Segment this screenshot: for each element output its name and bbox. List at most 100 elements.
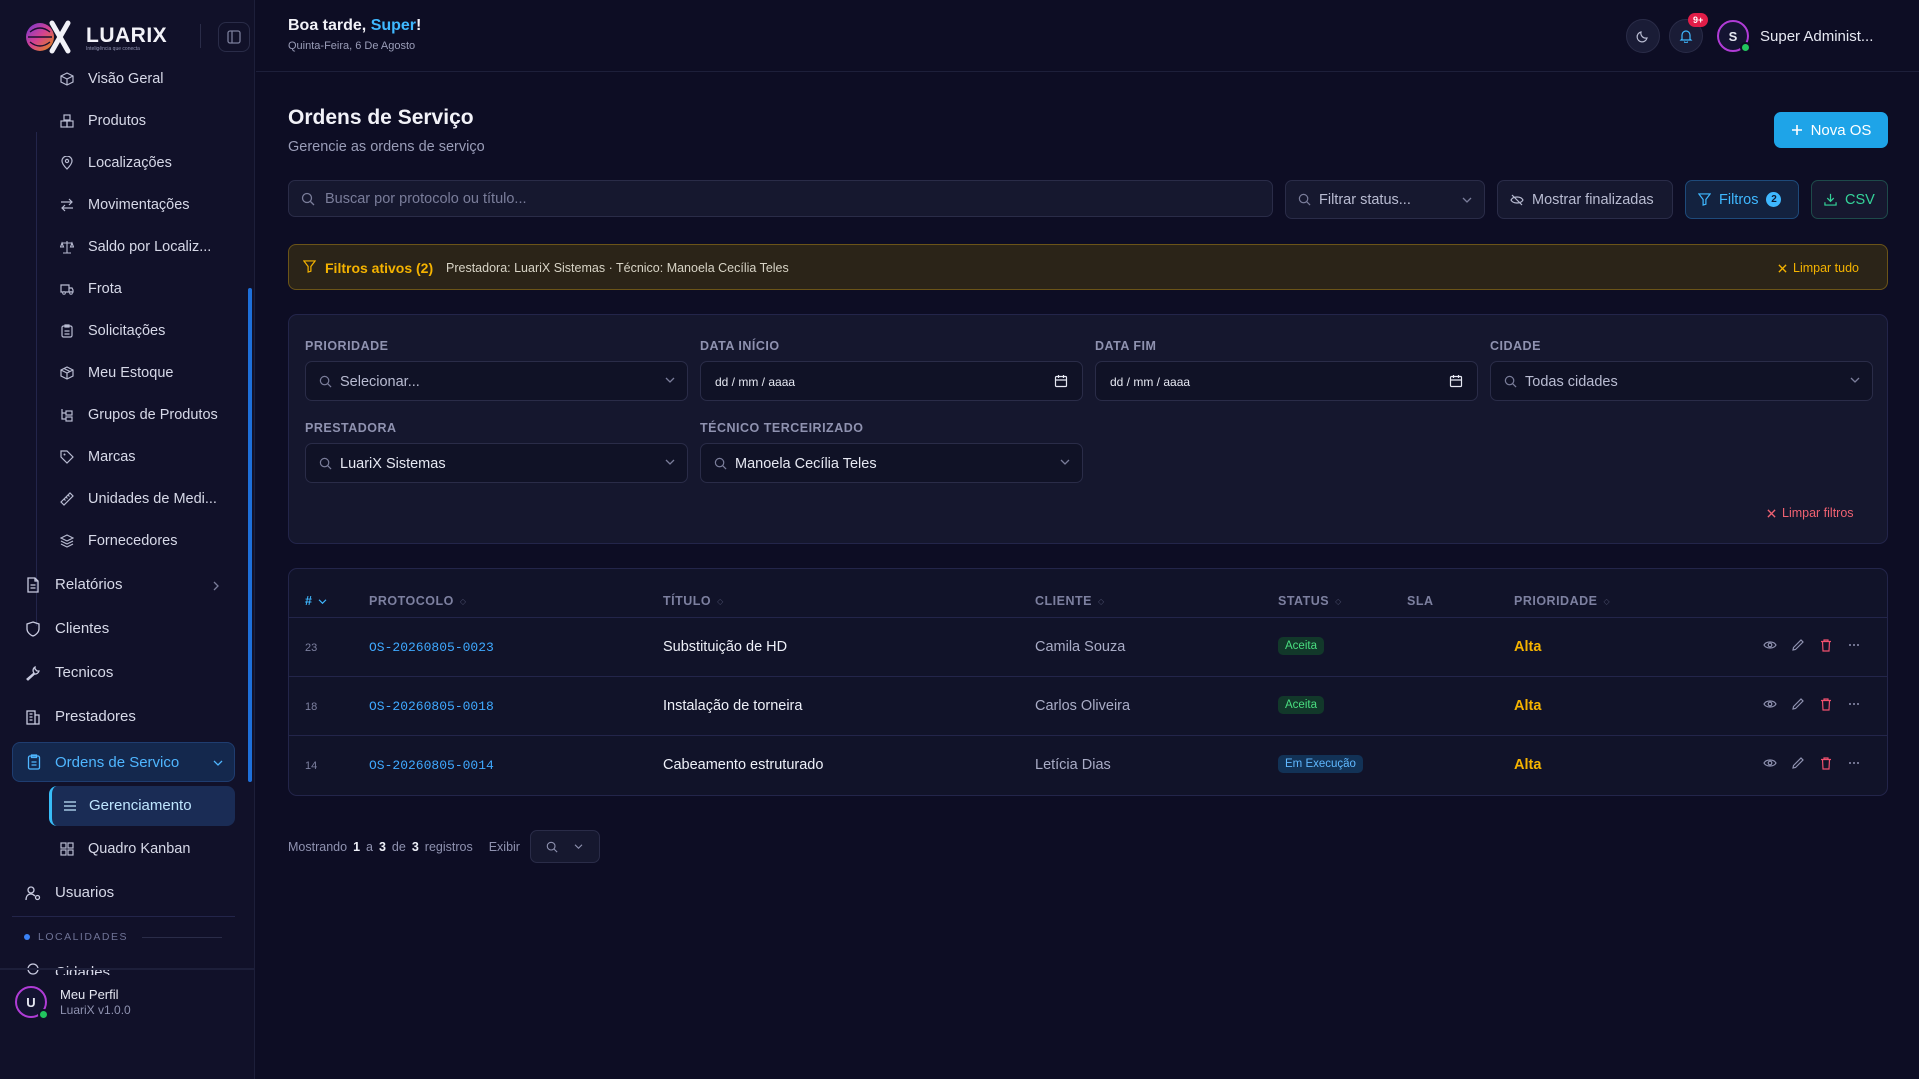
search-icon: [547, 841, 559, 853]
page-subtitle: Gerencie as ordens de serviço: [288, 139, 485, 155]
edit-icon[interactable]: [1791, 697, 1805, 711]
data-fim-label: DATA FIM: [1095, 339, 1157, 353]
layers-icon: [60, 534, 74, 548]
range-sep: a: [366, 839, 373, 854]
prioridade-value: Selecionar...: [340, 374, 420, 390]
sidebar-item-meu-estoque[interactable]: Meu Estoque: [60, 365, 173, 381]
active-filters-title: Filtros ativos (2): [325, 260, 434, 276]
trash-icon[interactable]: [1819, 697, 1833, 711]
panel-left-icon: [227, 30, 241, 44]
eye-icon[interactable]: [1763, 638, 1777, 652]
collapse-sidebar-button[interactable]: [218, 22, 250, 52]
column-header-prioridade[interactable]: PRIORIDADE ◇: [1514, 594, 1610, 608]
column-header-status[interactable]: STATUS ◇: [1278, 594, 1342, 608]
sidebar-item-prestadores[interactable]: Prestadores: [25, 708, 136, 725]
column-header-titulo[interactable]: TÍTULO ◇: [663, 594, 724, 608]
user-menu[interactable]: Super Administ...: [1760, 28, 1873, 45]
status-filter-select[interactable]: Filtrar status...: [1285, 180, 1485, 219]
submenu-line: [36, 132, 37, 626]
sidebar-item-ordens-de-servico[interactable]: Ordens de Servico: [12, 742, 235, 782]
sidebar-nav[interactable]: Visão Geral Produtos Localizações Movime…: [0, 66, 255, 976]
greeting-name: Super: [370, 17, 417, 34]
pagination-footer: Mostrando 1 a 3 de 3 registros Exibir: [288, 830, 600, 863]
row-actions: [1763, 697, 1861, 711]
sidebar-item-usuarios[interactable]: Usuarios: [25, 884, 114, 901]
data-inicio-input[interactable]: dd / mm / aaaa: [700, 361, 1083, 401]
protocol-link[interactable]: OS-20260805-0023: [369, 640, 494, 655]
row-actions: [1763, 638, 1861, 652]
more-icon[interactable]: [1847, 756, 1861, 770]
sidebar-item-tecnicos[interactable]: Tecnicos: [25, 664, 113, 681]
data-inicio-value: dd / mm / aaaa: [715, 375, 796, 389]
page-size-select[interactable]: [529, 830, 600, 863]
sidebar-item-saldo[interactable]: Saldo por Localiz...: [60, 239, 211, 255]
column-header-cliente[interactable]: CLIENTE ◇: [1035, 594, 1105, 608]
new-os-button[interactable]: Nova OS: [1774, 112, 1888, 148]
status-badge: Aceita: [1278, 637, 1324, 655]
column-header-protocolo[interactable]: PROTOCOLO ◇: [369, 594, 467, 608]
protocol-link[interactable]: OS-20260805-0018: [369, 699, 494, 714]
eye-icon[interactable]: [1763, 697, 1777, 711]
cidade-select[interactable]: Todas cidades: [1490, 361, 1873, 401]
sidebar-item-solicitacoes[interactable]: Solicitações: [60, 323, 165, 339]
export-csv-button[interactable]: CSV: [1811, 180, 1888, 219]
notification-count-badge: 9+: [1688, 13, 1709, 27]
prioridade-select[interactable]: Selecionar...: [305, 361, 688, 401]
sidebar-item-grupos[interactable]: Grupos de Produtos: [60, 407, 218, 423]
sidebar-item-unidades[interactable]: Unidades de Medi...: [60, 491, 217, 507]
clear-all-button[interactable]: Limpar tudo: [1778, 261, 1859, 275]
prestadora-select[interactable]: LuariX Sistemas: [305, 443, 688, 483]
sidebar-item-relatorios[interactable]: Relatórios: [25, 576, 123, 593]
filters-button[interactable]: Filtros 2: [1685, 180, 1799, 219]
edit-icon[interactable]: [1791, 756, 1805, 770]
eye-icon[interactable]: [1763, 756, 1777, 770]
page-title: Ordens de Serviço: [288, 106, 474, 129]
sidebar-item-gerenciamento[interactable]: Gerenciamento: [49, 786, 235, 826]
trash-icon[interactable]: [1819, 638, 1833, 652]
sidebar-item-marcas[interactable]: Marcas: [60, 449, 136, 465]
close-icon: [1778, 263, 1787, 273]
table-row[interactable]: 14 OS-20260805-0014 Cabeamento estrutura…: [289, 735, 1887, 793]
logo[interactable]: LUARIX Inteligência que conecta: [22, 18, 250, 54]
chevron-right-icon: [213, 581, 219, 591]
search-input[interactable]: [325, 181, 1255, 216]
data-fim-input[interactable]: dd / mm / aaaa: [1095, 361, 1478, 401]
tecnico-label: TÉCNICO TERCEIRIZADO: [700, 421, 864, 435]
sidebar-item-fornecedores[interactable]: Fornecedores: [60, 533, 177, 549]
sidebar-item-frota[interactable]: Frota: [60, 281, 122, 297]
profile-link[interactable]: U Meu Perfil LuariX v1.0.0: [0, 968, 254, 1040]
sidebar-item-quadro-kanban[interactable]: Quadro Kanban: [60, 841, 190, 857]
table-row[interactable]: 18 OS-20260805-0018 Instalação de tornei…: [289, 676, 1887, 734]
sidebar-item-movimentacoes[interactable]: Movimentações: [60, 197, 190, 213]
sidebar-item-produtos[interactable]: Produtos: [60, 113, 146, 129]
tecnico-select[interactable]: Manoela Cecília Teles: [700, 443, 1083, 483]
table-row[interactable]: 23 OS-20260805-0023 Substituição de HD C…: [289, 617, 1887, 675]
app-version: LuariX v1.0.0: [60, 1003, 131, 1017]
map-pin-icon: [61, 156, 73, 170]
search-box[interactable]: [288, 180, 1273, 217]
tecnico-value: Manoela Cecília Teles: [735, 456, 877, 472]
brand-name: LUARIX: [86, 24, 168, 47]
sidebar-item-label: Meu Estoque: [88, 365, 174, 381]
more-icon[interactable]: [1847, 638, 1861, 652]
sidebar-item-label: Ordens de Servico: [55, 754, 180, 771]
more-icon[interactable]: [1847, 697, 1861, 711]
show-finished-toggle[interactable]: Mostrar finalizadas: [1497, 180, 1673, 219]
showing-label: Mostrando: [288, 839, 348, 854]
theme-toggle-button[interactable]: [1626, 19, 1660, 53]
sidebar-item-clientes[interactable]: Clientes: [25, 620, 109, 637]
sidebar-item-label: Marcas: [88, 449, 136, 465]
protocol-link[interactable]: OS-20260805-0014: [369, 758, 494, 773]
sidebar-item-label: Gerenciamento: [89, 797, 192, 814]
chevron-down-icon: [1462, 197, 1472, 203]
column-header-label: #: [305, 594, 313, 608]
column-header-id[interactable]: #: [305, 594, 327, 608]
edit-icon[interactable]: [1791, 638, 1805, 652]
sidebar-scrollbar[interactable]: [248, 288, 252, 782]
row-title: Substituição de HD: [663, 639, 788, 655]
sidebar-item-localizacoes[interactable]: Localizações: [60, 155, 172, 171]
tag-icon: [60, 450, 74, 464]
clear-filters-button[interactable]: Limpar filtros: [1767, 506, 1854, 520]
trash-icon[interactable]: [1819, 756, 1833, 770]
sidebar-item-visao-geral[interactable]: Visão Geral: [60, 71, 164, 87]
